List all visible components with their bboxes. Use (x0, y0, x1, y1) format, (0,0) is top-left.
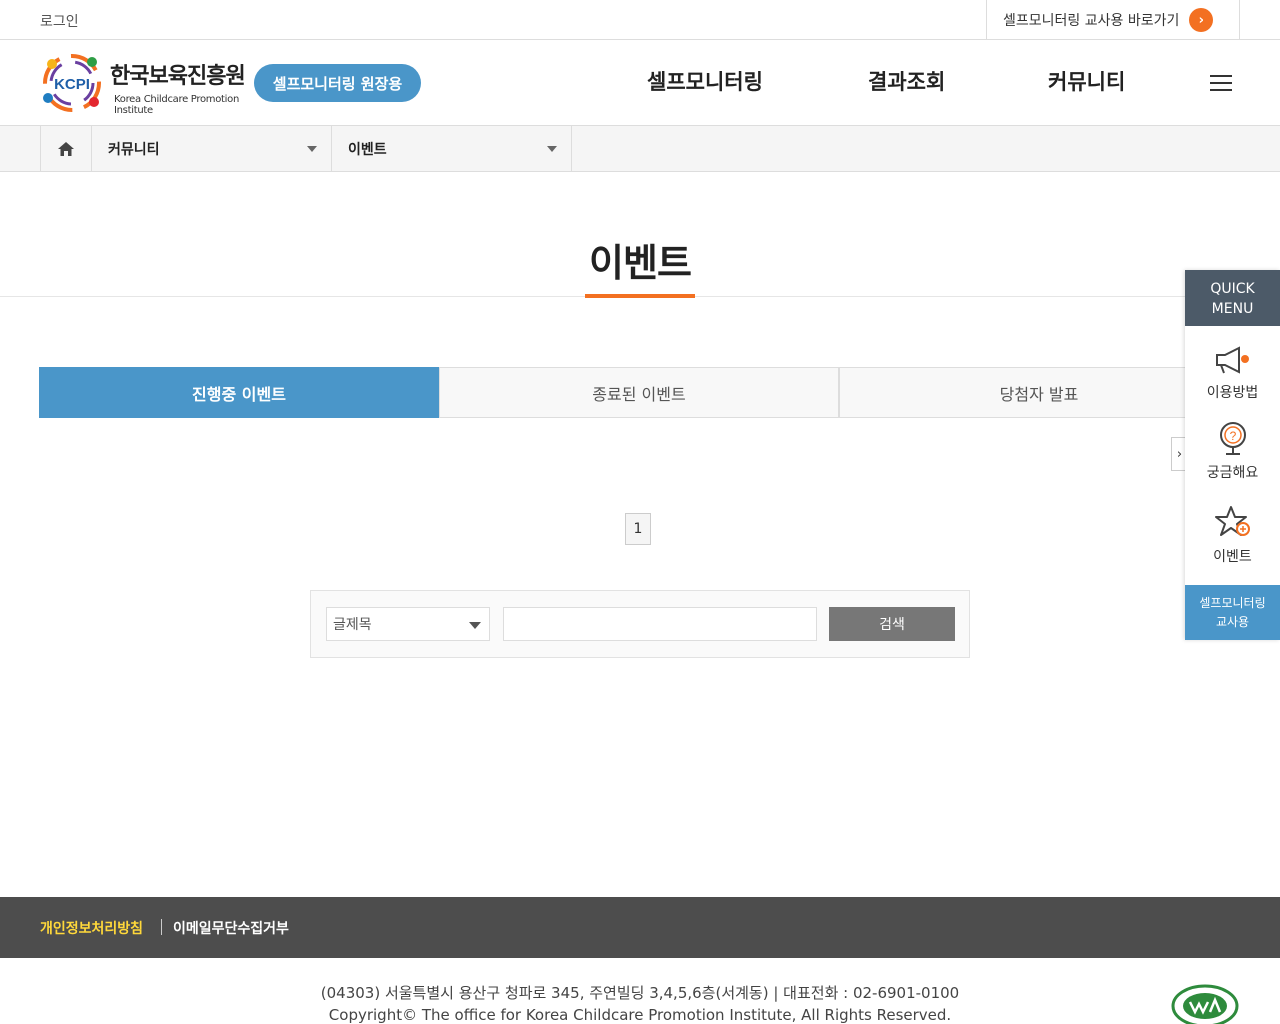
site-logo[interactable]: KCPI 한국보육진흥원 Korea Childcare Promotion I… (38, 50, 248, 116)
logo-korean-name: 한국보육진흥원 (110, 64, 246, 89)
hamburger-menu-icon[interactable] (1210, 75, 1232, 93)
footer-copyright: Copyright© The office for Korea Childcar… (328, 1006, 952, 1024)
footer-info: (04303) 서울특별시 용산구 청파로 345, 주연빌딩 3,4,5,6층… (0, 982, 1280, 1024)
privacy-policy-link[interactable]: 개인정보처리방침 (40, 918, 143, 938)
quick-item-how-to-use[interactable]: 이용방법 (1185, 344, 1280, 402)
top-utility-bar: 로그인 셀프모니터링 교사용 바로가기 › (0, 0, 1280, 40)
tab-ended-events[interactable]: 종료된 이벤트 (439, 367, 839, 418)
caret-down-icon (307, 146, 317, 152)
logo-english-name: Korea Childcare Promotion Institute (114, 94, 239, 116)
svg-text:?: ? (1229, 429, 1236, 443)
question-globe-icon: ? (1219, 422, 1246, 455)
breadcrumb-dropdown-level2[interactable]: 이벤트 (332, 126, 572, 172)
caret-down-icon (547, 146, 557, 152)
search-field-label: 글제목 (333, 617, 372, 633)
quick-menu: QUICK MENU 이용방법 ? 궁금해요 이벤트 셀프모니터링 교사용 (1185, 270, 1280, 640)
footer-divider (161, 919, 162, 935)
tab-winners[interactable]: 당첨자 발표 (839, 367, 1239, 418)
event-tabs: 진행중 이벤트 종료된 이벤트 당첨자 발표 (39, 367, 1239, 418)
quick-item-faq[interactable]: ? 궁금해요 (1185, 420, 1280, 482)
nav-self-monitoring[interactable]: 셀프모니터링 (647, 66, 763, 96)
svg-text:KCPI: KCPI (54, 76, 90, 93)
breadcrumb: 커뮤니티 이벤트 (0, 126, 1280, 172)
search-button[interactable]: 검색 (829, 607, 955, 641)
quick-teacher-link[interactable]: 셀프모니터링 교사용 (1185, 585, 1280, 640)
email-refusal-link[interactable]: 이메일무단수집거부 (173, 918, 289, 938)
breadcrumb-level1-label: 커뮤니티 (108, 142, 160, 158)
teacher-shortcut-label: 셀프모니터링 교사용 바로가기 (1003, 13, 1180, 29)
search-field-select[interactable]: 글제목 (326, 607, 490, 641)
title-underline-accent (585, 294, 695, 298)
web-accessibility-mark-icon (1171, 984, 1239, 1024)
login-link[interactable]: 로그인 (40, 11, 79, 31)
role-badge: 셀프모니터링 원장용 (254, 64, 421, 102)
quick-item-event[interactable]: 이벤트 (1185, 504, 1280, 566)
search-input[interactable] (503, 607, 817, 641)
nav-community[interactable]: 커뮤니티 (1048, 66, 1125, 96)
footer-address: (04303) 서울특별시 용산구 청파로 345, 주연빌딩 3,4,5,6층… (320, 984, 960, 1002)
kcpi-logo-icon: KCPI (43, 54, 101, 112)
pagination-page[interactable]: 1 (625, 513, 651, 545)
tab-ongoing-events[interactable]: 진행중 이벤트 (39, 367, 439, 418)
nav-results[interactable]: 결과조회 (868, 66, 945, 96)
megaphone-icon (1215, 346, 1249, 374)
home-icon[interactable] (40, 126, 92, 172)
quick-menu-title: QUICK MENU (1185, 270, 1280, 326)
site-header: KCPI 한국보육진흥원 Korea Childcare Promotion I… (0, 40, 1280, 126)
search-panel: 글제목 검색 (310, 590, 970, 658)
breadcrumb-dropdown-level1[interactable]: 커뮤니티 (92, 126, 332, 172)
star-badge-icon (1214, 506, 1250, 536)
breadcrumb-level2-label: 이벤트 (348, 142, 387, 158)
caret-down-icon (469, 622, 481, 629)
page-title: 이벤트 (589, 241, 692, 285)
footer-links-bar: 개인정보처리방침 이메일무단수집거부 (0, 897, 1280, 958)
arrow-right-icon: › (1189, 8, 1214, 32)
teacher-shortcut-link[interactable]: 셀프모니터링 교사용 바로가기 › (986, 0, 1240, 40)
